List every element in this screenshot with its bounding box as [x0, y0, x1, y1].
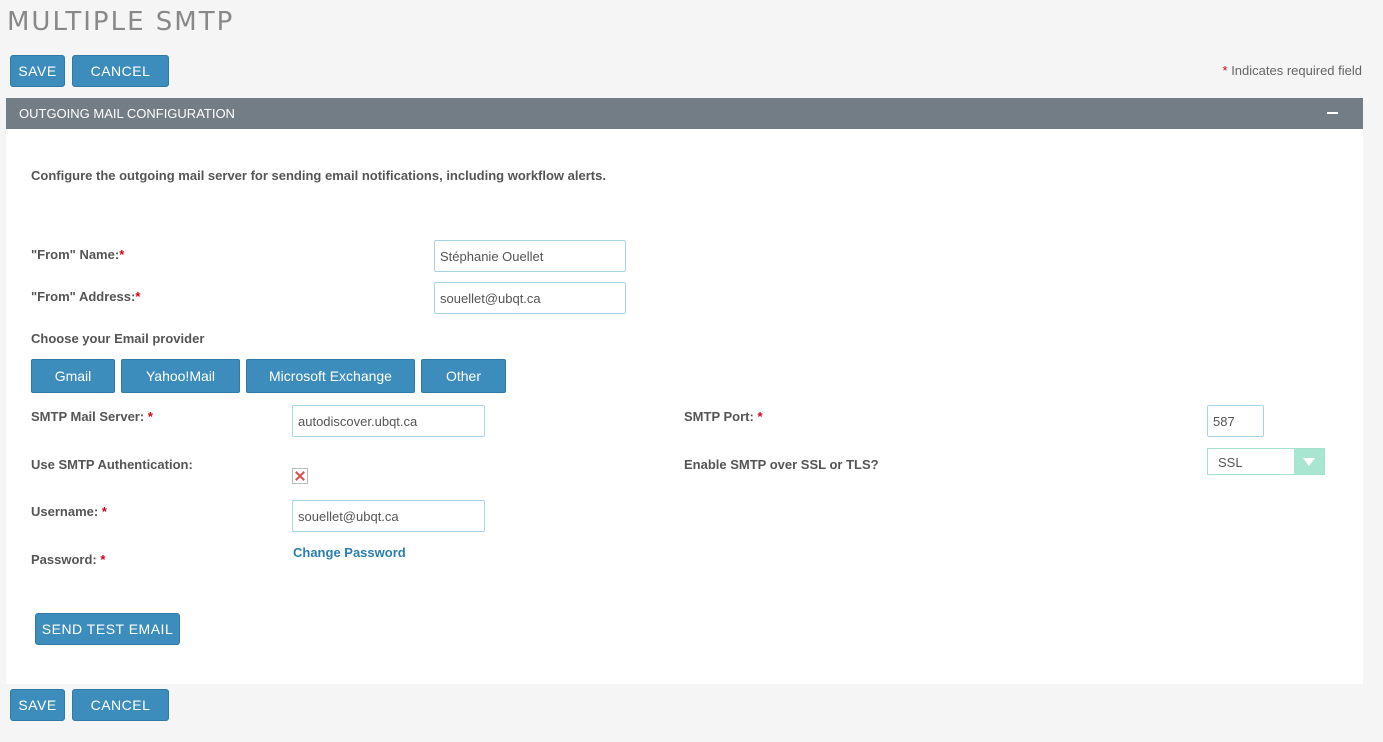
outgoing-mail-panel: OUTGOING MAIL CONFIGURATION Configure th…: [6, 98, 1363, 684]
send-test-email-button[interactable]: SEND TEST EMAIL: [35, 613, 180, 645]
change-password-link[interactable]: Change Password: [293, 545, 406, 560]
required-note-text: Indicates required field: [1231, 63, 1362, 78]
cancel-button[interactable]: CANCEL: [72, 55, 169, 87]
provider-other-button[interactable]: Other: [421, 359, 506, 393]
required-field-note: * Indicates required field: [1223, 63, 1363, 78]
required-star: *: [757, 409, 763, 424]
required-star: *: [1222, 63, 1228, 78]
from-address-label: "From" Address:*: [31, 289, 140, 304]
from-name-label-text: "From" Name:: [31, 247, 120, 262]
username-label-text: Username:: [31, 504, 99, 519]
from-name-input[interactable]: Stéphanie Ouellet: [434, 240, 626, 272]
provider-exchange-button[interactable]: Microsoft Exchange: [246, 359, 415, 393]
from-name-label: "From" Name:*: [31, 247, 124, 262]
smtp-auth-checkbox[interactable]: [292, 468, 308, 484]
required-star: *: [119, 247, 125, 262]
required-star: *: [147, 409, 153, 424]
ssl-select[interactable]: SSL: [1207, 448, 1325, 475]
smtp-server-label: SMTP Mail Server: *: [31, 409, 153, 424]
save-button[interactable]: SAVE: [10, 55, 65, 87]
provider-gmail-button[interactable]: Gmail: [31, 359, 115, 393]
smtp-port-input[interactable]: 587: [1207, 405, 1264, 437]
from-address-label-text: "From" Address:: [31, 289, 136, 304]
from-address-input[interactable]: souellet@ubqt.ca: [434, 282, 626, 314]
password-label: Password: *: [31, 552, 105, 567]
panel-header-title: OUTGOING MAIL CONFIGURATION: [19, 106, 235, 121]
smtp-server-label-text: SMTP Mail Server:: [31, 409, 145, 424]
smtp-auth-label: Use SMTP Authentication:: [31, 457, 193, 472]
smtp-port-label: SMTP Port: *: [684, 409, 763, 424]
cancel-button-bottom[interactable]: CANCEL: [72, 689, 169, 721]
chevron-down-icon[interactable]: [1294, 449, 1324, 474]
provider-label: Choose your Email provider: [31, 331, 205, 346]
provider-yahoo-button[interactable]: Yahoo!Mail: [121, 359, 240, 393]
smtp-server-input[interactable]: autodiscover.ubqt.ca: [292, 405, 485, 437]
required-star: *: [100, 552, 106, 567]
username-label: Username: *: [31, 504, 107, 519]
ssl-label: Enable SMTP over SSL or TLS?: [684, 457, 879, 472]
page-title: MULTIPLE SMTP: [7, 7, 235, 37]
username-input[interactable]: souellet@ubqt.ca: [292, 500, 485, 532]
ssl-select-value: SSL: [1218, 455, 1243, 470]
required-star: *: [135, 289, 141, 304]
panel-description: Configure the outgoing mail server for s…: [31, 168, 606, 183]
save-button-bottom[interactable]: SAVE: [10, 689, 65, 721]
collapse-icon[interactable]: [1327, 112, 1338, 114]
panel-header[interactable]: OUTGOING MAIL CONFIGURATION: [6, 98, 1363, 129]
required-star: *: [101, 504, 107, 519]
smtp-port-label-text: SMTP Port:: [684, 409, 754, 424]
password-label-text: Password:: [31, 552, 97, 567]
